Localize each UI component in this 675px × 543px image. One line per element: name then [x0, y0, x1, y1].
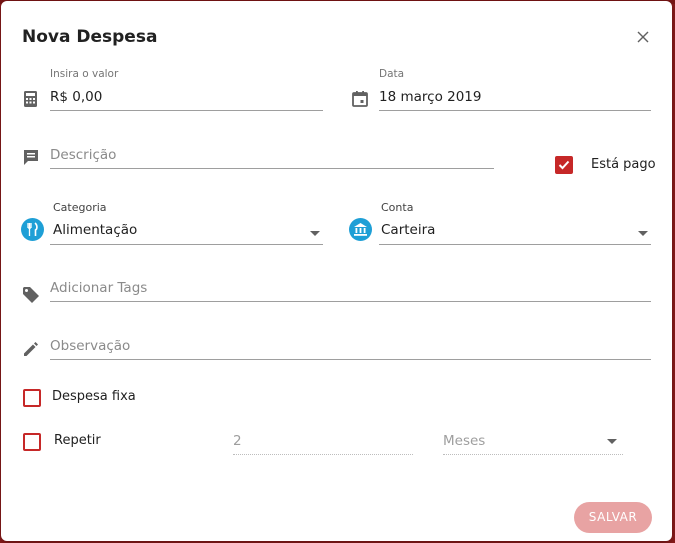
- repeat-label: Repetir: [54, 433, 101, 448]
- amount-label: Insira o valor: [50, 68, 119, 80]
- pencil-icon: [24, 342, 38, 356]
- save-button[interactable]: SALVAR: [574, 502, 652, 533]
- repeat-checkbox[interactable]: [23, 433, 41, 451]
- category-underline: [50, 244, 323, 245]
- category-select[interactable]: Alimentação: [53, 222, 137, 238]
- check-icon: [558, 160, 570, 170]
- category-dropdown-arrow-icon[interactable]: [310, 231, 320, 236]
- food-category-icon: [21, 218, 44, 241]
- repeat-period-dropdown-arrow-icon[interactable]: [607, 439, 617, 444]
- observation-input[interactable]: Observação: [50, 338, 130, 354]
- tags-underline: [50, 301, 651, 302]
- fixed-expense-label: Despesa fixa: [52, 389, 136, 404]
- repeat-count-input[interactable]: 2: [233, 433, 242, 449]
- dialog-title: Nova Despesa: [22, 27, 158, 47]
- calendar-icon[interactable]: [350, 89, 370, 109]
- repeat-period-select[interactable]: Meses: [443, 433, 485, 449]
- account-select[interactable]: Carteira: [381, 222, 435, 238]
- is-paid-checkbox[interactable]: [555, 156, 573, 174]
- tags-input[interactable]: Adicionar Tags: [50, 280, 147, 296]
- date-input[interactable]: 18 março 2019: [379, 89, 481, 105]
- date-underline: [379, 110, 651, 111]
- description-icon: [24, 150, 38, 165]
- repeat-period-underline: [443, 454, 623, 455]
- is-paid-label: Está pago: [591, 157, 656, 172]
- close-icon[interactable]: [634, 28, 652, 46]
- account-underline: [379, 244, 651, 245]
- description-underline: [50, 168, 494, 169]
- amount-input[interactable]: R$ 0,00: [50, 89, 102, 105]
- category-label: Categoria: [53, 201, 107, 214]
- new-expense-dialog: Nova Despesa Insira o valor R$ 0,00 Data…: [1, 1, 672, 541]
- fixed-expense-checkbox[interactable]: [23, 389, 41, 407]
- calculator-icon: [24, 91, 37, 107]
- bank-icon: [349, 218, 372, 241]
- amount-underline: [50, 110, 323, 111]
- repeat-count-underline: [233, 454, 413, 455]
- tag-icon: [23, 287, 39, 303]
- observation-underline: [50, 359, 651, 360]
- account-dropdown-arrow-icon[interactable]: [638, 231, 648, 236]
- description-input[interactable]: Descrição: [50, 147, 116, 163]
- account-label: Conta: [381, 201, 414, 214]
- date-label: Data: [379, 68, 405, 80]
